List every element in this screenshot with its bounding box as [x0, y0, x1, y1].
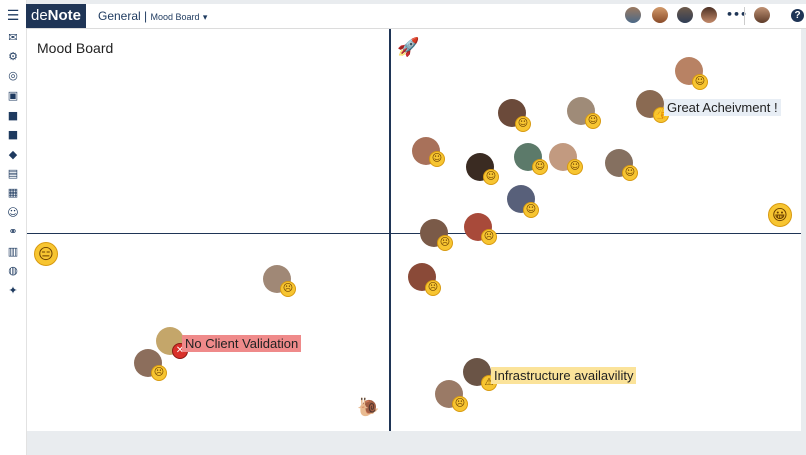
breadcrumb-separator: |: [144, 9, 148, 23]
board-title: Mood Board: [37, 40, 114, 56]
smile-icon: ☺: [622, 165, 638, 181]
square-icon[interactable]: ■: [5, 127, 21, 141]
happy-face-icon: 😀: [768, 203, 792, 227]
smile-icon: ☺: [429, 151, 445, 167]
vertical-axis: [389, 29, 391, 431]
app-logo[interactable]: deNote: [26, 4, 86, 28]
smiley-icon[interactable]: ☺: [5, 205, 21, 219]
horizontal-axis: [27, 233, 801, 234]
mood-board-canvas[interactable]: Mood Board 🚀 😀 😑 🐌 ☺ 👍 Great Acheivment …: [27, 29, 801, 431]
image-icon[interactable]: ▤: [5, 166, 21, 180]
note-label[interactable]: Great Acheivment !: [664, 99, 781, 116]
briefcase-icon[interactable]: ▦: [5, 185, 21, 199]
smile-icon: ☺: [523, 202, 539, 218]
sad-face-icon: ☹: [437, 235, 453, 251]
breadcrumb-workspace[interactable]: General: [98, 9, 141, 23]
note-label[interactable]: No Client Validation: [182, 335, 302, 352]
avatar[interactable]: [624, 6, 642, 24]
breadcrumb-page[interactable]: Mood Board: [151, 12, 200, 22]
sad-face-icon: ☹: [151, 365, 167, 381]
sad-face-icon: ☹: [481, 229, 497, 245]
sad-face-icon: ☹: [425, 280, 441, 296]
note-label[interactable]: Infrastructure availavility: [491, 367, 637, 384]
sad-face-icon: ☹: [280, 281, 296, 297]
avatar[interactable]: [676, 6, 694, 24]
snail-icon: 🐌: [357, 397, 380, 418]
sidebar: ☰ ✉ ⚙ ◎ ▣ ■ ■ ◆ ▤ ▦ ☺ ⚭ ▥ ◍ ✦: [0, 0, 27, 455]
avatar[interactable]: [651, 6, 669, 24]
mail-icon[interactable]: ✉: [5, 30, 21, 44]
binoculars-icon[interactable]: ◎: [5, 68, 21, 82]
avatar[interactable]: [700, 6, 718, 24]
book-icon[interactable]: ▥: [5, 244, 21, 258]
smile-icon: ☺: [567, 159, 583, 175]
rocket-icon: 🚀: [397, 37, 420, 58]
note-icon[interactable]: ■: [5, 108, 21, 122]
user-avatar[interactable]: [753, 6, 771, 24]
breadcrumb[interactable]: General | Mood Board ▾: [98, 9, 207, 23]
smile-icon: ☺: [692, 74, 708, 90]
neutral-face-icon: 😑: [34, 242, 58, 266]
top-bar: deNote General | Mood Board ▾ ••• ?: [26, 4, 806, 29]
sad-face-icon: ☹: [452, 396, 468, 412]
tag-icon[interactable]: ◆: [5, 147, 21, 161]
chevron-down-icon[interactable]: ▾: [203, 12, 208, 22]
menu-icon[interactable]: ☰: [5, 8, 21, 24]
globe-icon[interactable]: ◍: [5, 263, 21, 277]
smile-icon: ☺: [483, 169, 499, 185]
settings-icon[interactable]: ⚙: [5, 49, 21, 63]
contacts-icon[interactable]: ▣: [5, 88, 21, 102]
smile-icon: ☺: [515, 116, 531, 132]
smile-icon: ☺: [532, 159, 548, 175]
magic-wand-icon[interactable]: ✦: [5, 283, 21, 297]
divider: [744, 7, 745, 25]
smile-icon: ☺: [585, 113, 601, 129]
help-icon[interactable]: ?: [791, 9, 804, 22]
link-icon[interactable]: ⚭: [5, 224, 21, 238]
